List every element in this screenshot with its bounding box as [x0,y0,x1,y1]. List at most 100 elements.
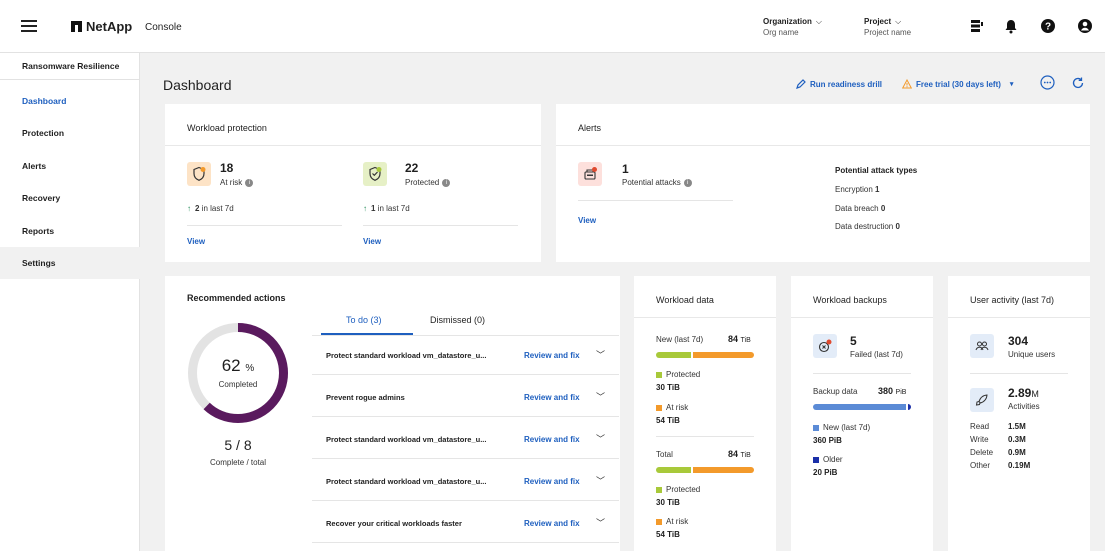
review-and-fix-link[interactable]: Review and fix [524,435,580,444]
protected-label: Protected i [405,178,451,187]
workload-protection-card: Workload protection 18 At risk i ↑ 2 in la… [165,104,541,262]
console-label: Console [145,22,182,33]
protected-swatch [656,371,662,378]
alerts-card: Alerts 1 Potential attacks i View Potenti… [556,104,1090,262]
refresh-icon[interactable] [1071,76,1085,90]
chevron-down-icon: ⌵ [895,17,902,26]
activity-delete-label: Delete [970,448,994,457]
activity-read-value: 1.5M [1008,422,1026,431]
activity-other-value: 0.19M [1008,461,1031,470]
alerts-view-link[interactable]: View [578,216,596,225]
completed-label: Completed [218,380,258,389]
review-and-fix-link[interactable]: Review and fix [524,519,580,528]
protected-view-link[interactable]: View [363,237,381,246]
potential-attacks-count: 1 [622,162,629,176]
info-icon[interactable]: i [683,178,692,187]
top-bar: NetApp Console Organization ⌵ Org name Pr… [0,0,1105,53]
more-options-icon[interactable] [1040,75,1055,90]
divider [312,458,619,459]
chevron-down-icon[interactable]: ﹀ [596,348,605,361]
protected-value: 30 TiB [656,383,680,392]
divider [312,542,619,543]
new-legend: New (last 7d) [813,423,870,432]
drill-icon [796,79,806,89]
run-readiness-drill-link[interactable]: Run readiness drill [796,79,882,89]
card-title: Alerts [556,104,1090,146]
at-risk-value: 54 TiB [656,416,680,425]
sidebar-item-settings[interactable]: Settings [0,247,140,279]
activities-count: 2.89M [1008,386,1039,400]
review-and-fix-link[interactable]: Review and fix [524,393,580,402]
failed-backups-count: 5 [850,334,857,348]
failed-backups-label: Failed (last 7d) [850,350,903,359]
chevron-down-icon[interactable]: ﹀ [596,432,605,445]
action-row-title: Protect standard workload vm_datastore_u… [326,435,487,444]
complete-fraction: 5 / 8 [224,437,252,453]
at-risk-swatch [656,404,662,411]
workloads-icon[interactable] [968,18,984,34]
activity-read-label: Read [970,422,990,431]
unique-users-count: 304 [1008,334,1029,348]
protected-legend: Protected [656,370,700,379]
netapp-mark-icon [71,21,82,32]
card-title: User activity (last 7d) [948,276,1090,318]
divider [0,79,140,80]
tab-todo[interactable]: To do (3) [346,315,382,325]
at-risk-view-link[interactable]: View [187,237,205,246]
chevron-down-icon[interactable]: ﹀ [596,474,605,487]
chevron-down-icon[interactable]: ﹀ [596,390,605,403]
at-risk-legend: At risk [656,517,688,526]
at-risk-count: 18 [220,161,234,175]
older-value: 20 PiB [813,468,838,477]
action-row-title: Recover your critical workloads faster [326,519,462,528]
older-legend: Older [813,455,843,464]
divider [578,200,733,201]
netapp-logo[interactable]: NetApp [71,19,132,34]
divider [363,225,518,226]
info-icon[interactable]: i [442,178,451,187]
protected-segment [656,467,692,473]
info-icon[interactable]: i [245,178,254,187]
review-and-fix-link[interactable]: Review and fix [524,477,580,486]
workload-backups-card: Workload backups 5 Failed (last 7d) Back… [791,276,933,551]
chevron-down-icon: ⌵ [815,17,822,26]
chevron-down-icon[interactable]: ﹀ [596,516,605,529]
at-risk-swatch [656,518,662,525]
user-account-icon[interactable] [1077,18,1093,34]
backup-data-bar [813,404,911,410]
backup-failed-icon [813,334,837,358]
review-and-fix-link[interactable]: Review and fix [524,351,580,360]
older-swatch [813,456,819,463]
action-row-title: Prevent rogue admins [326,393,405,402]
sidebar-item-reports[interactable]: Reports [0,215,140,247]
sidebar-item-dashboard[interactable]: Dashboard [0,85,140,117]
card-title: Workload data [634,276,776,318]
total-data-value: 84 TiB [728,449,751,459]
organization-selector[interactable]: Organization ⌵ Org name [763,16,822,38]
sidebar-item-protection[interactable]: Protection [0,117,140,149]
sidebar-item-recovery[interactable]: Recovery [0,182,140,214]
at-risk-value: 54 TiB [656,530,680,539]
divider [312,374,619,375]
tab-dismissed[interactable]: Dismissed (0) [430,315,485,325]
free-trial-dropdown[interactable]: Free trial (30 days left) ▾ [902,79,1013,89]
attack-types-title: Potential attack types [835,166,918,175]
recommended-actions-card: Recommended actions 62 % Completed 5 / 8… [165,276,620,551]
divider [312,500,619,501]
backup-data-label: Backup data [813,387,858,396]
bell-icon[interactable] [1003,18,1019,34]
help-icon[interactable]: ? [1040,18,1056,34]
new-data-label: New (last 7d) [656,335,704,344]
menu-icon[interactable] [21,20,37,32]
potential-attacks-label: Potential attacks i [622,178,692,187]
svg-text:?: ? [1045,22,1051,33]
divider [312,416,619,417]
total-data-label: Total [656,450,673,459]
arrow-up-icon: ↑ [187,204,191,213]
at-risk-legend: At risk [656,403,688,412]
sidebar-item-alerts[interactable]: Alerts [0,150,140,182]
project-selector[interactable]: Project ⌵ Project name [864,16,911,38]
new-data-value: 84 TiB [728,334,751,344]
activity-delete-value: 0.9M [1008,448,1026,457]
total-data-bar [656,467,754,473]
